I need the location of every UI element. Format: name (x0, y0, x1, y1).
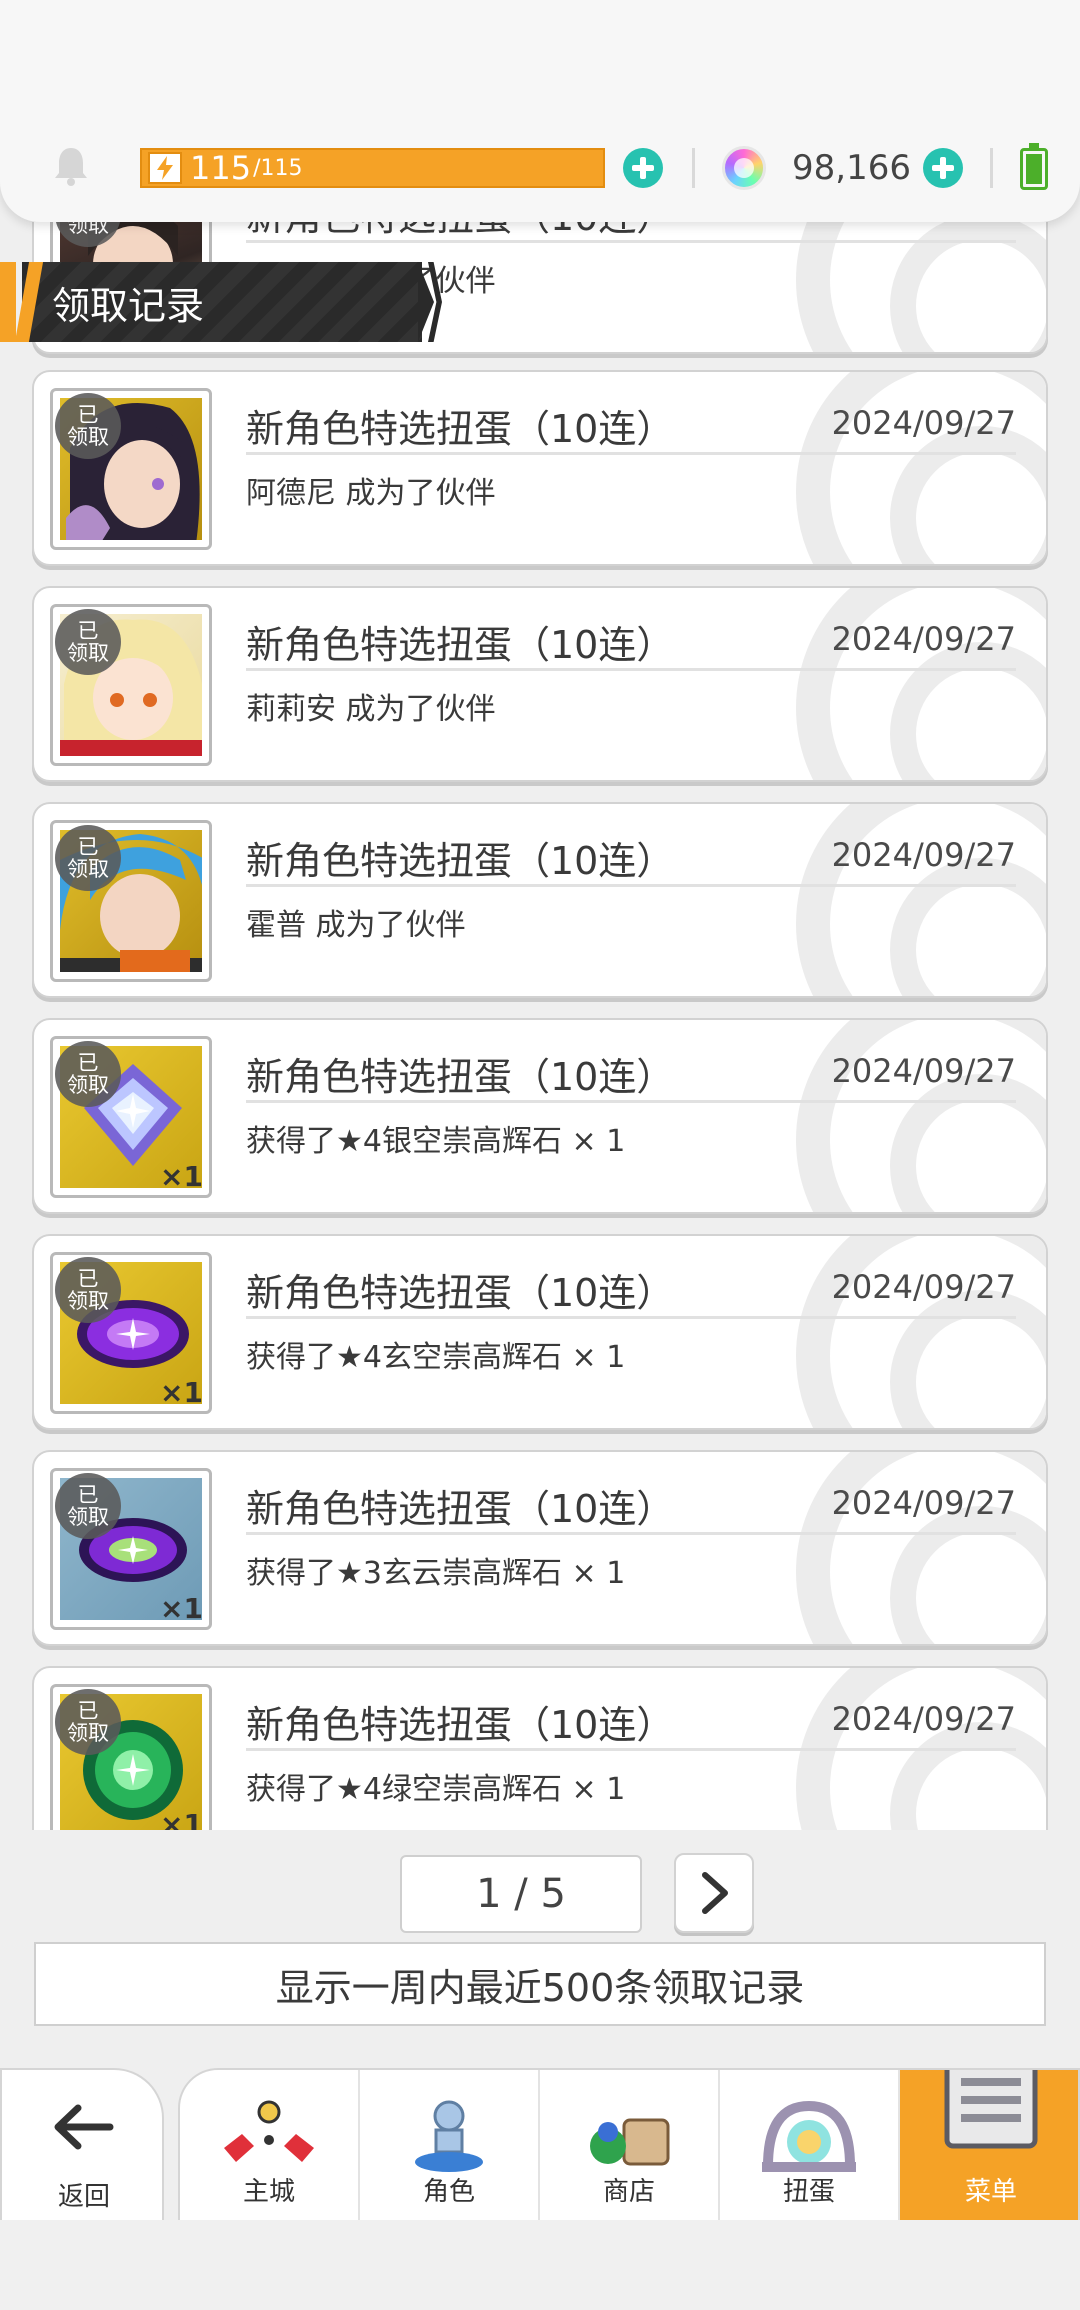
divider (246, 668, 1016, 671)
nav-menu[interactable]: 菜单 (900, 2070, 1078, 2220)
reward-portrait: 已领取 ×1 (50, 1252, 212, 1414)
record-card: 已领取 ×1 新角色特选扭蛋（10连） 2024/09/27 获得了★3玄云崇高… (32, 1450, 1048, 1646)
stamina-value: 115 (190, 149, 252, 187)
next-page-button[interactable] (674, 1853, 754, 1933)
record-description: 阿德尼 成为了伙伴 (246, 476, 496, 511)
bottom-nav: 主城 角色 商店 扭蛋 菜单 (178, 2068, 1080, 2220)
divider (246, 240, 1016, 243)
add-stamina-button[interactable] (623, 148, 663, 188)
watermark-emblem (796, 1020, 1046, 1212)
info-note: 显示一周内最近500条领取记录 (34, 1942, 1046, 2026)
divider (246, 1316, 1016, 1319)
gem-count: 98,166 (792, 148, 911, 188)
gacha-portal-icon (762, 2100, 856, 2172)
quantity-label: ×1 (160, 1376, 203, 1409)
lightning-icon (148, 152, 182, 184)
record-description: 获得了★4银空崇高辉石 × 1 (246, 1124, 626, 1159)
city-icon (224, 2100, 314, 2162)
record-card: 已领取 ×1 新角色特选扭蛋（10连） 2024/09/27 获得了★4玄空崇高… (32, 1234, 1048, 1430)
nav-gacha[interactable]: 扭蛋 (720, 2070, 900, 2220)
nav-character[interactable]: 角色 (360, 2070, 540, 2220)
divider (246, 452, 1016, 455)
record-date: 2024/09/27 (831, 836, 1016, 874)
arrow-left-icon (54, 2104, 114, 2150)
record-title: 新角色特选扭蛋（10连） (246, 1055, 675, 1099)
reward-portrait: 已领取 (50, 604, 212, 766)
record-date: 2024/09/27 (831, 620, 1016, 658)
banner-stripe (0, 262, 16, 342)
back-label: 返回 (57, 2182, 110, 2212)
record-title: 新角色特选扭蛋（10连） (246, 222, 674, 241)
record-date: 2024/09/27 (831, 1484, 1016, 1522)
rainbow-gem-icon (722, 146, 766, 190)
record-description: 获得了★4玄空崇高辉石 × 1 (246, 1340, 626, 1375)
claimed-badge: 已领取 (55, 1689, 121, 1755)
claimed-badge: 已领取 (55, 1041, 121, 1107)
add-gem-button[interactable] (923, 148, 963, 188)
record-title: 新角色特选扭蛋（10连） (246, 623, 675, 667)
stamina-max: /115 (253, 155, 303, 181)
record-card: 已领取 ×1 新角色特选扭蛋（10连） 2024/09/27 获得了★4银空崇高… (32, 1018, 1048, 1214)
reward-portrait: 已领取 ×1 (50, 1468, 212, 1630)
record-description: 莉莉安 成为了伙伴 (246, 692, 496, 727)
system-gesture-area (0, 2220, 1080, 2310)
divider (692, 148, 695, 188)
battery-icon (1020, 143, 1048, 190)
watermark-emblem (796, 1452, 1046, 1644)
shop-bag-icon (590, 2118, 670, 2166)
reward-portrait: 已领取 ×1 (50, 1036, 212, 1198)
bell-icon[interactable] (52, 145, 90, 187)
record-card: 已领取 新角色特选扭蛋（10连） 2024/09/27 莉莉安 成为了伙伴 (32, 586, 1048, 782)
nav-shop[interactable]: 商店 (540, 2070, 720, 2220)
divider (246, 884, 1016, 887)
record-card: 已领取 新角色特选扭蛋（10连） 2024/09/27 霍普 成为了伙伴 (32, 802, 1048, 998)
claimed-badge: 已领取 (55, 609, 121, 675)
reward-portrait: 已领取 (50, 388, 212, 550)
stamina-bar: 115 /115 (140, 148, 605, 188)
record-description: 获得了★3玄云崇高辉石 × 1 (246, 1556, 626, 1591)
record-card: 已领取 ×1 新角色特选扭蛋（10连） 2024/09/27 获得了★4绿空崇高… (32, 1666, 1048, 1830)
record-date: 2024/09/27 (831, 404, 1016, 442)
watermark-emblem (796, 372, 1046, 564)
quantity-label: ×1 (160, 1592, 203, 1625)
nav-main-city[interactable]: 主城 (180, 2070, 360, 2220)
reward-portrait: 已领取 (50, 820, 212, 982)
watermark-emblem (796, 1236, 1046, 1428)
record-description: 获得了★4绿空崇高辉石 × 1 (246, 1772, 626, 1807)
claimed-badge: 已领取 (55, 825, 121, 891)
record-date: 2024/09/27 (831, 1052, 1016, 1090)
watermark-emblem (796, 588, 1046, 780)
section-banner: 领取记录 (0, 262, 455, 342)
banner-title: 领取记录 (22, 262, 422, 342)
watermark-emblem (796, 804, 1046, 996)
record-title: 新角色特选扭蛋（10连） (246, 1703, 675, 1747)
page-indicator: 1 / 5 (400, 1855, 642, 1933)
divider (246, 1100, 1016, 1103)
character-icon (415, 2100, 483, 2172)
back-button[interactable]: 返回 (0, 2068, 164, 2220)
divider (246, 1748, 1016, 1751)
chevron-right-icon (702, 1872, 728, 1914)
claimed-badge: 已领取 (55, 1257, 121, 1323)
divider (246, 1532, 1016, 1535)
record-title: 新角色特选扭蛋（10连） (246, 1487, 675, 1531)
quantity-label: ×1 (160, 1160, 203, 1193)
record-list[interactable]: 已领取 新角色特选扭蛋（10连） 莉拉娜 成为了伙伴 已领取 新 (0, 222, 1080, 1830)
record-card: 已领取 新角色特选扭蛋（10连） 2024/09/27 阿德尼 成为了伙伴 (32, 370, 1048, 566)
top-status-bar: 115 /115 98,166 (0, 0, 1080, 222)
menu-icon (944, 2070, 1038, 2149)
claimed-badge: 已领取 (55, 1473, 121, 1539)
divider (990, 148, 993, 188)
record-title: 新角色特选扭蛋（10连） (246, 1271, 675, 1315)
reward-portrait: 已领取 ×1 (50, 1684, 212, 1830)
record-date: 2024/09/27 (831, 1268, 1016, 1306)
record-date: 2024/09/27 (831, 1700, 1016, 1738)
claimed-badge: 已领取 (55, 393, 121, 459)
record-title: 新角色特选扭蛋（10连） (246, 839, 675, 883)
quantity-label: ×1 (160, 1808, 203, 1830)
record-title: 新角色特选扭蛋（10连） (246, 407, 675, 451)
record-description: 霍普 成为了伙伴 (246, 908, 466, 943)
